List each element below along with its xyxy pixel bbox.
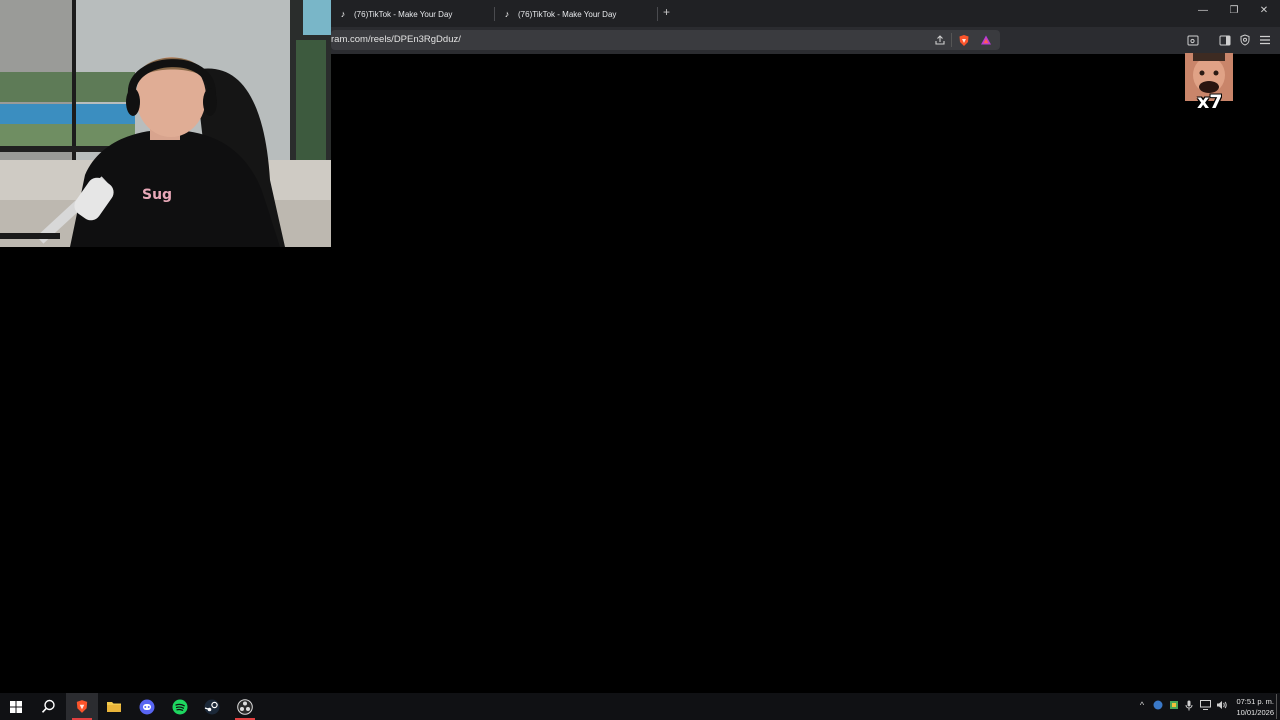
emote-count: x7 [1197, 91, 1223, 113]
tab-title: (76)TikTok - Make Your Day [354, 9, 453, 19]
tiktok-icon: ♪ [504, 9, 510, 19]
svg-text:Sug: Sug [142, 187, 172, 203]
emote-overlay: x7 [1185, 53, 1233, 115]
taskbar-file-explorer[interactable] [98, 693, 130, 720]
app-tray-icon[interactable] [1168, 700, 1180, 712]
taskbar-steam[interactable] [196, 693, 228, 720]
toolbar-divider [951, 33, 952, 47]
tab-tiktok-2[interactable]: ♪ (76)TikTok - Make Your Day [501, 4, 651, 24]
vpn-shield-icon[interactable] [1238, 33, 1252, 47]
tab-tiktok-1[interactable]: ♪ (76)TikTok - Make Your Day [337, 4, 487, 24]
search-button[interactable] [32, 693, 64, 720]
search-icon [41, 699, 55, 713]
brave-icon [76, 700, 88, 713]
tab-title: (76)TikTok - Make Your Day [518, 9, 617, 19]
menu-icon[interactable] [1258, 33, 1272, 47]
system-clock[interactable]: 07:51 p. m. 10/01/2026 [1228, 696, 1274, 718]
start-button[interactable] [0, 693, 32, 720]
taskbar-brave[interactable] [66, 693, 98, 720]
tab-separator [494, 7, 495, 21]
spotify-icon [172, 699, 188, 714]
show-desktop-button[interactable] [1276, 694, 1277, 719]
chevron-up-icon[interactable]: ^ [1136, 700, 1148, 710]
folder-icon [107, 702, 121, 712]
share-icon[interactable] [933, 33, 947, 47]
tiktok-icon: ♪ [340, 9, 346, 19]
brave-shields-icon[interactable] [957, 33, 971, 47]
clock-date: 10/01/2026 [1236, 708, 1274, 717]
screen: { "browser": { "tabs": [ {"title": "(76)… [0, 0, 1280, 720]
microphone-icon[interactable] [1183, 700, 1195, 713]
steam-tray-icon[interactable] [1152, 700, 1164, 712]
brave-rewards-icon[interactable] [979, 33, 993, 47]
new-tab-button[interactable]: + [663, 5, 670, 19]
steam-icon [204, 699, 220, 714]
volume-icon[interactable] [1215, 700, 1227, 712]
windows-icon [10, 700, 22, 713]
sidebar-icon[interactable] [1218, 33, 1232, 47]
obs-icon [237, 698, 253, 715]
taskbar-obs[interactable] [229, 693, 261, 720]
webcam-overlay: Sug [0, 0, 331, 247]
tab-search-icon[interactable] [1186, 33, 1200, 47]
minimize-button[interactable]: — [1195, 5, 1211, 16]
url-text[interactable]: ram.com/reels/DPEn3RgDduz/ [331, 34, 461, 45]
taskbar-spotify[interactable] [164, 693, 196, 720]
clock-time: 07:51 p. m. [1236, 697, 1274, 706]
close-button[interactable]: ✕ [1256, 5, 1272, 16]
tab-separator [657, 7, 658, 21]
discord-icon [139, 699, 155, 714]
taskbar-discord[interactable] [131, 693, 163, 720]
network-icon[interactable] [1199, 700, 1211, 712]
restore-button[interactable]: ❐ [1226, 5, 1242, 16]
